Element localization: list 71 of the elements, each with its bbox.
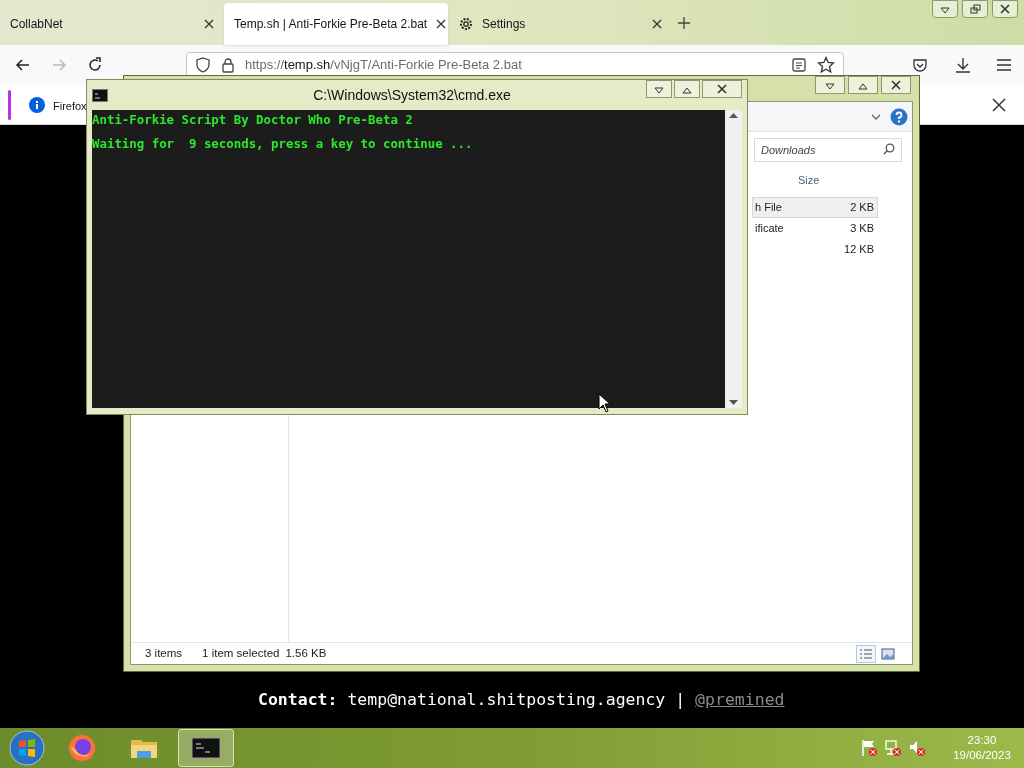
plus-icon	[677, 16, 691, 30]
type-cell: ificate	[755, 222, 784, 235]
flag-icon[interactable]	[860, 739, 878, 757]
console-line: Waiting for 9 seconds, press a key to continue ...	[92, 136, 474, 152]
close-window-button[interactable]	[881, 76, 911, 94]
taskbar-app-button[interactable]	[178, 729, 234, 767]
close-tab-button[interactable]	[202, 17, 216, 31]
info-icon	[29, 96, 45, 113]
shield-icon	[195, 56, 211, 73]
console-icon	[92, 88, 108, 102]
close-icon	[651, 18, 663, 30]
reader-view-icon[interactable]	[791, 56, 807, 73]
lock-icon	[221, 56, 235, 73]
address-bar[interactable]: https://temp.sh/vNjgT/Anti-Forkie Pre-Beta 2.bat	[186, 51, 844, 78]
close-window-button[interactable]	[702, 80, 742, 98]
window-title: C:\Windows\System32\cmd.exe	[312, 85, 512, 105]
close-icon	[991, 96, 1007, 113]
image-view-icon	[881, 647, 895, 660]
speaker-icon[interactable]	[908, 739, 926, 757]
type-cell: h File	[755, 201, 782, 214]
scroll-up-icon[interactable]	[729, 112, 738, 118]
close-icon	[435, 18, 448, 30]
selection-size: 1.56 KB	[285, 645, 327, 661]
close-icon	[203, 18, 215, 30]
contact-text: Contact: temp@national.shitposting.agency | @premined	[258, 689, 785, 711]
search-icon	[883, 142, 895, 155]
menu-icon[interactable]	[996, 58, 1012, 72]
clock-time: 23:30	[967, 733, 997, 748]
gear-icon	[458, 16, 474, 32]
notification-text: Firefox	[53, 99, 87, 112]
minimize-button[interactable]	[932, 0, 958, 18]
size-cell-text: 3 KB	[850, 221, 874, 237]
close-notification-button[interactable]	[990, 95, 1008, 114]
start-button[interactable]	[6, 728, 48, 768]
maximize-button[interactable]	[674, 80, 700, 98]
help-icon[interactable]	[890, 107, 908, 126]
windows-orb-icon	[9, 730, 45, 766]
close-tab-button[interactable]	[435, 17, 448, 31]
star-icon[interactable]	[817, 55, 835, 74]
tab[interactable]: Temp.sh | Anti-Forkie Pre-Beta 2.bat	[224, 3, 448, 45]
column-header[interactable]: Size	[795, 171, 820, 189]
scroll-down-icon[interactable]	[729, 400, 738, 406]
restore-button[interactable]	[962, 0, 988, 18]
url-text: https://temp.sh/vNjgT/Anti-Forkie Pre-Beta 2.bat	[245, 55, 523, 74]
search-field[interactable]: Downloads	[754, 137, 902, 162]
file-row[interactable]: ificate 3 KB	[752, 218, 878, 239]
size-cell-text: 2 KB	[850, 200, 874, 216]
tab[interactable]: CollabNet	[0, 3, 224, 45]
reload-icon	[86, 56, 104, 74]
size-cell-text: 12 KB	[844, 242, 874, 258]
selection-info: 1 item selected	[202, 645, 280, 661]
handle-link[interactable]: @premined	[695, 690, 785, 709]
scrollbar[interactable]	[725, 110, 742, 408]
tab-title: CollabNet	[10, 16, 64, 33]
close-window-button[interactable]	[992, 0, 1018, 18]
file-row[interactable]: 12 KB	[752, 239, 878, 260]
file-row[interactable]: h File 2 KB	[752, 197, 878, 218]
mouse-cursor-icon	[598, 393, 612, 413]
minimize-button[interactable]	[646, 80, 672, 98]
clock-date: 19/06/2023	[953, 748, 1011, 763]
pocket-icon[interactable]	[912, 57, 928, 73]
network-icon[interactable]	[884, 739, 902, 757]
console-line: Anti-Forkie Script By Doctor Who Pre-Beta 2	[92, 112, 414, 128]
download-icon[interactable]	[954, 56, 972, 74]
tab[interactable]: Settings	[448, 3, 672, 45]
item-count: 3 items	[145, 645, 183, 661]
firefox-icon	[66, 732, 98, 764]
tab-title: Temp.sh | Anti-Forkie Pre-Beta 2.bat	[234, 16, 428, 33]
tab-title: Settings	[482, 16, 527, 33]
list-view-icon	[859, 647, 873, 660]
close-tab-button[interactable]	[650, 17, 664, 31]
